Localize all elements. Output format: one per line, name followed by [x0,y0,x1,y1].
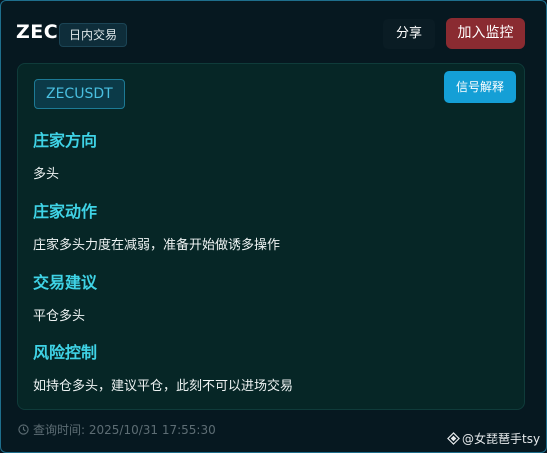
section-title: 庄家方向 [33,131,98,150]
section-trade-advice: 交易建议 平仓多头 [33,269,97,324]
pair-tag: ZECUSDT [34,79,125,109]
add-monitor-button[interactable]: 加入监控 [446,18,525,49]
section-title: 交易建议 [33,273,98,292]
signal-panel: ZEC 日内交易 分享 加入监控 ZECUSDT 信号解释 庄家方向 多头 庄家… [0,0,547,453]
section-risk-control: 风险控制 如持仓多头，建议平仓，此刻不可以进场交易 [33,339,293,394]
query-time: 查询时间: 2025/10/31 17:55:30 [18,421,216,438]
section-dealer-direction: 庄家方向 多头 [33,127,97,182]
trade-type-badge: 日内交易 [59,23,128,47]
section-text: 平仓多头 [33,309,86,324]
section-text: 庄家多头力度在减弱，准备开始做诱多操作 [33,238,281,253]
signal-card: ZECUSDT 信号解释 庄家方向 多头 庄家动作 庄家多头力度在减弱，准备开始… [17,63,525,410]
section-text: 多头 [33,167,60,182]
symbol-title: ZEC [16,21,59,43]
clock-icon [18,424,29,435]
section-title: 风险控制 [33,343,98,362]
query-time-text: 查询时间: 2025/10/31 17:55:30 [33,423,216,437]
watermark-text: @女琵琶手tsy [462,432,541,446]
section-title: 庄家动作 [33,202,98,221]
panel-header: ZEC 日内交易 分享 加入监控 [1,1,546,61]
watermark: @女琵琶手tsy [447,430,540,447]
section-dealer-action: 庄家动作 庄家多头力度在减弱，准备开始做诱多操作 [33,198,280,253]
diamond-logo-icon [447,432,460,445]
section-text: 如持仓多头，建议平仓，此刻不可以进场交易 [33,379,294,394]
signal-explain-button[interactable]: 信号解释 [444,71,516,103]
share-button[interactable]: 分享 [383,19,435,49]
